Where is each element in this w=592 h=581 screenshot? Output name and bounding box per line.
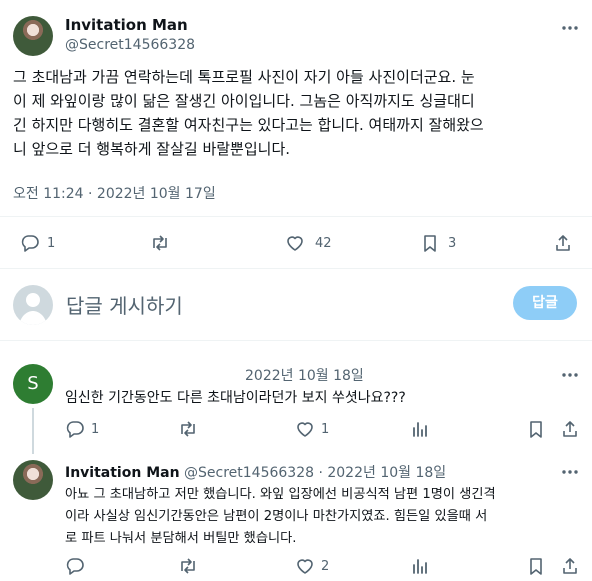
tweet-text-line: 이 제 와잎이랑 많이 닮은 잘생긴 아이입니다. 그놈은 아직까지도 싱글대디 xyxy=(13,92,475,110)
reply-input[interactable]: 답글 게시하기 xyxy=(66,290,183,319)
reply-icon[interactable] xyxy=(20,233,40,253)
divider xyxy=(0,340,592,341)
retweet-icon[interactable] xyxy=(150,233,170,253)
views-icon[interactable] xyxy=(410,419,430,439)
author-avatar[interactable] xyxy=(13,460,53,500)
reply-icon[interactable] xyxy=(65,556,85,576)
author-avatar[interactable] xyxy=(13,16,53,56)
reply-icon[interactable] xyxy=(65,419,85,439)
retweet-icon[interactable] xyxy=(178,556,198,576)
divider xyxy=(0,216,592,217)
comment-header: Invitation Man @Secret14566328 · 2022년 1… xyxy=(65,462,446,482)
comment-text-line: 아뇨 그 초대남하고 저만 했습니다. 와잎 입장에선 비공식적 남편 1명이 … xyxy=(65,487,496,502)
bookmark-icon[interactable] xyxy=(526,419,546,439)
more-options-icon[interactable] xyxy=(560,365,580,385)
comment-date[interactable]: 2022년 10월 18일 xyxy=(245,365,364,385)
like-icon[interactable] xyxy=(295,419,315,439)
tweet-text-line: 그 초대남과 가끔 연락하는데 톡프로필 사진이 자기 아들 사진이더군요. 눈 xyxy=(13,68,475,86)
share-icon[interactable] xyxy=(553,233,573,253)
comment-text: 임신한 기간동안도 다른 초대남이라던가 보지 쑤셧나요??? xyxy=(65,390,406,406)
reply-count: 1 xyxy=(91,422,100,437)
like-icon[interactable] xyxy=(285,233,305,253)
tweet-text-line: 니 앞으로 더 행복하게 잘살길 바랄뿐입니다. xyxy=(13,140,291,158)
current-user-avatar xyxy=(13,285,53,325)
like-count: 1 xyxy=(321,422,330,437)
comment-text: 아뇨 그 초대남하고 저만 했습니다. 와잎 입장에선 비공식적 남편 1명이 … xyxy=(65,484,585,550)
bookmark-icon[interactable] xyxy=(526,556,546,576)
comment-text-line: 로 파트 나눠서 분담해서 버틸만 했습니다. xyxy=(65,531,297,546)
like-count: 42 xyxy=(315,236,332,251)
views-icon[interactable] xyxy=(410,556,430,576)
retweet-icon[interactable] xyxy=(178,419,198,439)
more-options-icon[interactable] xyxy=(560,18,580,38)
tweet-text-line: 긴 하지만 다행히도 결혼할 여자친구는 있다고는 합니다. 여태까지 잘해왔으 xyxy=(13,116,484,134)
reply-count: 1 xyxy=(47,236,56,251)
reply-button[interactable]: 답글 xyxy=(513,286,577,320)
tweet-text: 그 초대남과 가끔 연락하는데 톡프로필 사진이 자기 아들 사진이더군요. 눈… xyxy=(13,65,583,161)
divider xyxy=(0,268,592,269)
author-handle[interactable]: @Secret14566328 xyxy=(65,37,195,53)
comment-meta[interactable]: @Secret14566328 · 2022년 10월 18일 xyxy=(184,465,446,481)
like-icon[interactable] xyxy=(295,556,315,576)
commenter-avatar[interactable]: S xyxy=(13,364,53,404)
like-count: 2 xyxy=(321,559,330,574)
bookmark-icon[interactable] xyxy=(420,233,440,253)
author-name[interactable]: Invitation Man xyxy=(65,16,188,34)
share-icon[interactable] xyxy=(560,556,580,576)
author-name[interactable]: Invitation Man xyxy=(65,465,180,481)
more-options-icon[interactable] xyxy=(560,462,580,482)
bookmark-count: 3 xyxy=(448,236,457,251)
comment-text-line: 이라 사실상 임신기간동안은 남편이 2명이나 마찬가지였죠. 힘든일 있을때 … xyxy=(65,509,488,524)
tweet-timestamp[interactable]: 오전 11:24 · 2022년 10월 17일 xyxy=(13,183,216,203)
thread-line xyxy=(32,408,34,454)
share-icon[interactable] xyxy=(560,419,580,439)
